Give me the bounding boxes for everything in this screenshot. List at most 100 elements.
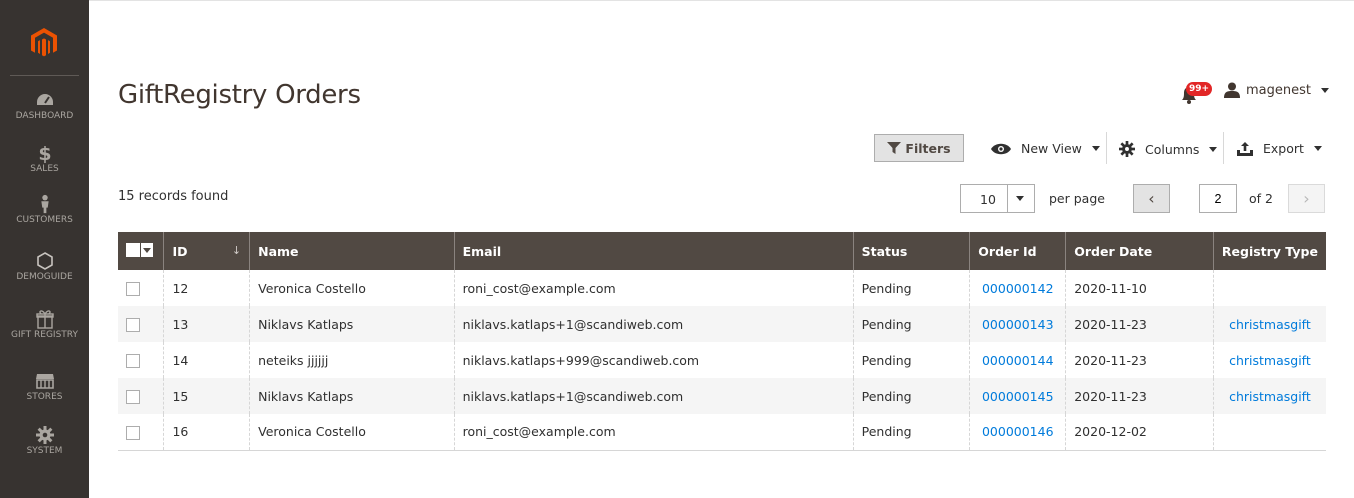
column-header-label: Email bbox=[462, 243, 502, 259]
cell-name: Veronica Costello bbox=[249, 414, 455, 451]
order-link[interactable]: 000000144 bbox=[982, 353, 1054, 368]
cell-order-date: 2020-12-02 bbox=[1065, 414, 1214, 451]
cell-status: Pending bbox=[852, 270, 970, 306]
row-checkbox-cell bbox=[118, 270, 164, 306]
per-page-select[interactable]: 10 bbox=[960, 184, 1035, 213]
chevron-left-icon: ‹ bbox=[1148, 189, 1155, 208]
cell-registry-type bbox=[1212, 270, 1326, 306]
filters-button[interactable]: Filters bbox=[874, 134, 964, 162]
row-checkbox-cell bbox=[118, 378, 164, 414]
registry-type-link[interactable]: christmasgift bbox=[1229, 317, 1311, 332]
chevron-right-icon: › bbox=[1303, 189, 1310, 208]
mass-select-header[interactable] bbox=[118, 232, 164, 270]
cell-id: 13 bbox=[163, 306, 250, 342]
sidebar-item-label: GIFT REGISTRY bbox=[11, 330, 78, 340]
row-checkbox[interactable] bbox=[126, 389, 140, 404]
per-page-value: 10 bbox=[980, 192, 996, 207]
row-checkbox[interactable] bbox=[126, 281, 140, 296]
mass-select-checkbox[interactable] bbox=[126, 242, 140, 257]
user-menu[interactable]: magenest bbox=[1224, 82, 1329, 98]
column-header-order-id[interactable]: Order Id bbox=[969, 232, 1066, 270]
export-dropdown[interactable]: Export bbox=[1237, 141, 1322, 156]
cell-order-date: 2020-11-23 bbox=[1065, 342, 1214, 378]
table-row[interactable]: 15 Niklavs Katlaps niklavs.katlaps+1@sca… bbox=[118, 378, 1326, 414]
toolbar-divider bbox=[1223, 132, 1224, 164]
sidebar-item-stores[interactable]: STORES bbox=[0, 371, 89, 402]
user-name: magenest bbox=[1246, 82, 1311, 98]
order-link[interactable]: 000000146 bbox=[982, 424, 1054, 439]
gift-icon bbox=[35, 310, 54, 329]
table-row[interactable]: 14 neteiks jjjjjj niklavs.katlaps+999@sc… bbox=[118, 342, 1326, 378]
notification-count-badge[interactable]: 99+ bbox=[1186, 82, 1213, 96]
magento-logo-icon[interactable] bbox=[31, 28, 57, 58]
cell-name: neteiks jjjjjj bbox=[249, 342, 455, 378]
gear-icon bbox=[35, 426, 54, 444]
cell-registry-type: christmasgift bbox=[1212, 306, 1326, 342]
filter-icon bbox=[887, 142, 902, 154]
table-row[interactable]: 12 Veronica Costello roni_cost@example.c… bbox=[118, 270, 1326, 306]
registry-type-link[interactable]: christmasgift bbox=[1229, 389, 1311, 404]
chevron-down-icon bbox=[1209, 146, 1218, 152]
cell-name: Veronica Costello bbox=[249, 270, 455, 306]
row-checkbox[interactable] bbox=[126, 425, 140, 440]
cell-status: Pending bbox=[852, 414, 970, 451]
chevron-down-icon bbox=[1091, 146, 1100, 151]
cell-email: niklavs.katlaps+999@scandiweb.com bbox=[453, 342, 854, 378]
cell-order-date: 2020-11-23 bbox=[1065, 378, 1214, 414]
columns-dropdown[interactable]: Columns bbox=[1119, 141, 1218, 157]
column-header-email[interactable]: Email bbox=[453, 232, 854, 270]
column-header-id[interactable]: ID ↓ bbox=[163, 232, 250, 270]
hexagon-icon bbox=[36, 252, 53, 270]
row-checkbox-cell bbox=[118, 414, 164, 451]
sidebar-item-dashboard[interactable]: DASHBOARD bbox=[0, 90, 89, 121]
row-checkbox[interactable] bbox=[126, 317, 140, 332]
sidebar-item-label: SALES bbox=[30, 164, 59, 174]
sidebar-item-demoguide[interactable]: DEMOGUIDE bbox=[0, 251, 89, 282]
order-link[interactable]: 000000143 bbox=[982, 317, 1054, 332]
order-link[interactable]: 000000145 bbox=[982, 389, 1054, 404]
row-checkbox-cell bbox=[118, 342, 164, 378]
cell-registry-type: christmasgift bbox=[1212, 342, 1326, 378]
cell-order-id: 000000144 bbox=[969, 342, 1066, 378]
column-header-label: Order Id bbox=[978, 243, 1037, 259]
store-icon bbox=[35, 374, 54, 389]
column-header-name[interactable]: Name bbox=[249, 232, 455, 270]
columns-label: Columns bbox=[1145, 141, 1200, 157]
user-icon bbox=[1224, 82, 1240, 98]
column-header-registry-type[interactable]: Registry Type bbox=[1212, 232, 1326, 270]
next-page-button[interactable]: › bbox=[1288, 184, 1325, 213]
sidebar-item-sales[interactable]: $ SALES bbox=[0, 143, 89, 174]
cell-registry-type: christmasgift bbox=[1212, 378, 1326, 414]
column-header-order-date[interactable]: Order Date bbox=[1065, 232, 1214, 270]
chevron-down-icon bbox=[1313, 146, 1322, 151]
sidebar-item-system[interactable]: SYSTEM bbox=[0, 425, 89, 456]
previous-page-button[interactable]: ‹ bbox=[1133, 184, 1170, 213]
view-switcher[interactable]: New View bbox=[991, 141, 1100, 156]
order-link[interactable]: 000000142 bbox=[982, 281, 1054, 296]
row-checkbox[interactable] bbox=[126, 353, 140, 368]
table-row[interactable]: 16 Veronica Costello roni_cost@example.c… bbox=[118, 414, 1326, 451]
column-header-label: Order Date bbox=[1074, 243, 1153, 259]
dashboard-icon bbox=[36, 94, 53, 105]
admin-sidebar: DASHBOARD $ SALES CUSTOMERS DEMOGUIDE GI… bbox=[0, 0, 89, 498]
sidebar-item-gift-registry[interactable]: GIFT REGISTRY bbox=[0, 309, 89, 340]
export-label: Export bbox=[1263, 141, 1304, 156]
cell-status: Pending bbox=[852, 306, 970, 342]
cell-registry-type bbox=[1212, 414, 1326, 451]
cell-status: Pending bbox=[852, 378, 970, 414]
page-number-input[interactable] bbox=[1199, 184, 1237, 213]
chevron-down-icon[interactable] bbox=[141, 242, 153, 257]
sidebar-item-label: SYSTEM bbox=[26, 446, 63, 456]
column-header-label: Registry Type bbox=[1221, 243, 1318, 259]
column-header-status[interactable]: Status bbox=[852, 232, 970, 270]
page-title: GiftRegistry Orders bbox=[118, 80, 361, 110]
sidebar-item-label: STORES bbox=[26, 392, 63, 402]
dollar-icon: $ bbox=[38, 143, 51, 163]
chevron-down-icon[interactable] bbox=[1016, 196, 1024, 201]
registry-type-link[interactable]: christmasgift bbox=[1229, 353, 1311, 368]
sidebar-item-label: DEMOGUIDE bbox=[16, 272, 73, 282]
cell-name: Niklavs Katlaps bbox=[249, 378, 455, 414]
table-row[interactable]: 13 Niklavs Katlaps niklavs.katlaps+1@sca… bbox=[118, 306, 1326, 342]
sidebar-item-customers[interactable]: CUSTOMERS bbox=[0, 194, 89, 225]
mass-select-dropdown[interactable] bbox=[126, 242, 153, 257]
